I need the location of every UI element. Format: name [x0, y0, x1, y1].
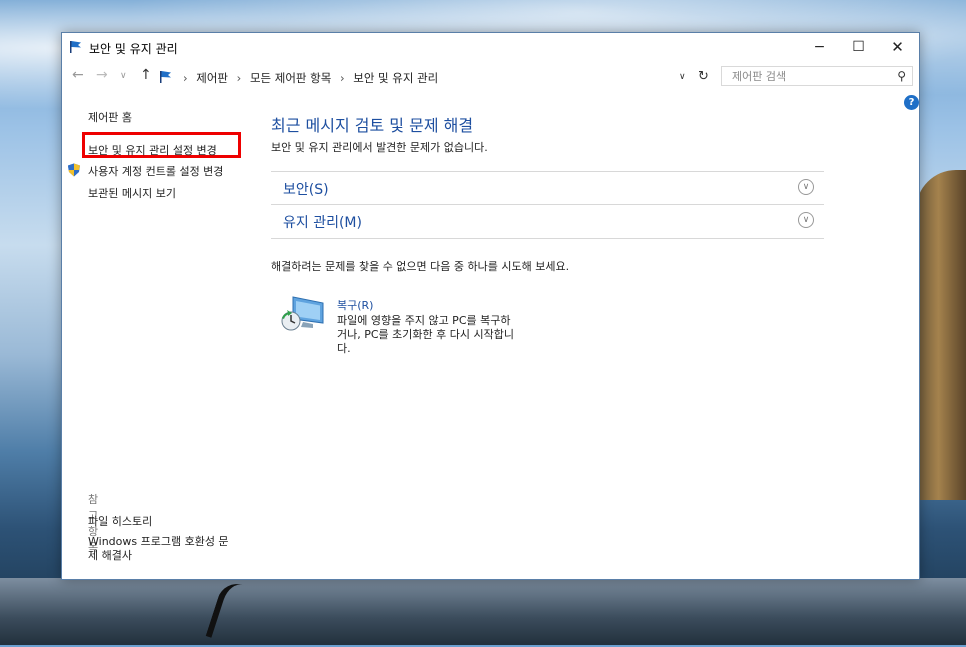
search-input[interactable] [722, 67, 892, 85]
breadcrumb-separator-icon: › [236, 71, 242, 85]
search-icon[interactable]: ⚲ [897, 69, 906, 83]
sidebar-link-uac-settings[interactable]: 사용자 계정 컨트롤 설정 변경 [88, 163, 223, 179]
expand-chevron-icon[interactable]: ∨ [798, 212, 814, 228]
breadcrumb: › 제어판 › 모든 제어판 항목 › 보안 및 유지 관리 [178, 70, 438, 86]
desktop-wallpaper-rock [916, 170, 966, 500]
window-title: 보안 및 유지 관리 [89, 42, 178, 56]
sidebar-link-file-history[interactable]: 파일 히스토리 [88, 513, 152, 529]
recovery-description: 파일에 영향을 주지 않고 PC를 복구하거나, PC를 초기화한 후 다시 시… [337, 314, 514, 355]
security-section-label: 보안(S) [283, 182, 329, 198]
forward-arrow-icon[interactable]: → [96, 67, 108, 83]
flag-icon [160, 71, 171, 83]
recovery-icon [281, 296, 324, 331]
maintenance-section-label: 유지 관리(M) [283, 215, 362, 231]
page-title: 최근 메시지 검토 및 문제 해결 [271, 116, 474, 135]
security-section-header[interactable]: 보안(S) ∨ [271, 171, 824, 205]
maximize-button[interactable]: ☐ [839, 33, 878, 61]
up-arrow-icon[interactable]: ↑ [140, 67, 152, 83]
title-bar[interactable]: 보안 및 유지 관리 − ☐ ✕ [62, 33, 919, 61]
maintenance-section-header[interactable]: 유지 관리(M) ∨ [271, 204, 824, 239]
breadcrumb-item[interactable]: 제어판 [196, 71, 228, 85]
minimize-button[interactable]: − [800, 33, 839, 61]
sidebar-link-compat-troubleshooter[interactable]: Windows 프로그램 호환성 문제 해결사 [88, 535, 238, 563]
breadcrumb-item[interactable]: 모든 제어판 항목 [250, 71, 331, 85]
status-message: 보안 및 유지 관리에서 발견한 문제가 없습니다. [271, 141, 488, 154]
breadcrumb-separator-icon: › [183, 71, 188, 85]
uac-shield-icon [68, 163, 80, 177]
recent-locations-chevron-icon[interactable]: ∨ [120, 71, 127, 81]
refresh-icon[interactable]: ↻ [698, 69, 709, 84]
desktop-wallpaper-beach [0, 578, 966, 645]
sidebar-link-control-panel-home[interactable]: 제어판 홈 [88, 109, 132, 125]
breadcrumb-separator-icon: › [339, 71, 345, 85]
close-button[interactable]: ✕ [878, 33, 917, 61]
breadcrumb-item[interactable]: 보안 및 유지 관리 [353, 71, 438, 85]
control-panel-window: 보안 및 유지 관리 − ☐ ✕ ← → ∨ ↑ › 제어판 › 모든 제어판 … [61, 32, 920, 580]
recovery-link[interactable]: 복구(R) [337, 297, 373, 313]
flag-icon [70, 41, 81, 53]
sidebar-link-change-settings[interactable]: 보안 및 유지 관리 설정 변경 [88, 142, 217, 158]
address-bar: ← → ∨ ↑ › 제어판 › 모든 제어판 항목 › 보안 및 유지 관리 ∨… [62, 63, 919, 91]
help-icon[interactable]: ? [904, 95, 919, 110]
address-dropdown-chevron-icon[interactable]: ∨ [679, 72, 686, 82]
troubleshoot-hint: 해결하려는 문제를 찾을 수 없으면 다음 중 하나를 시도해 보세요. [271, 260, 570, 273]
expand-chevron-icon[interactable]: ∨ [798, 179, 814, 195]
back-arrow-icon[interactable]: ← [72, 67, 84, 83]
sidebar-link-archived-messages[interactable]: 보관된 메시지 보기 [88, 185, 176, 201]
search-box: ⚲ [721, 66, 913, 86]
